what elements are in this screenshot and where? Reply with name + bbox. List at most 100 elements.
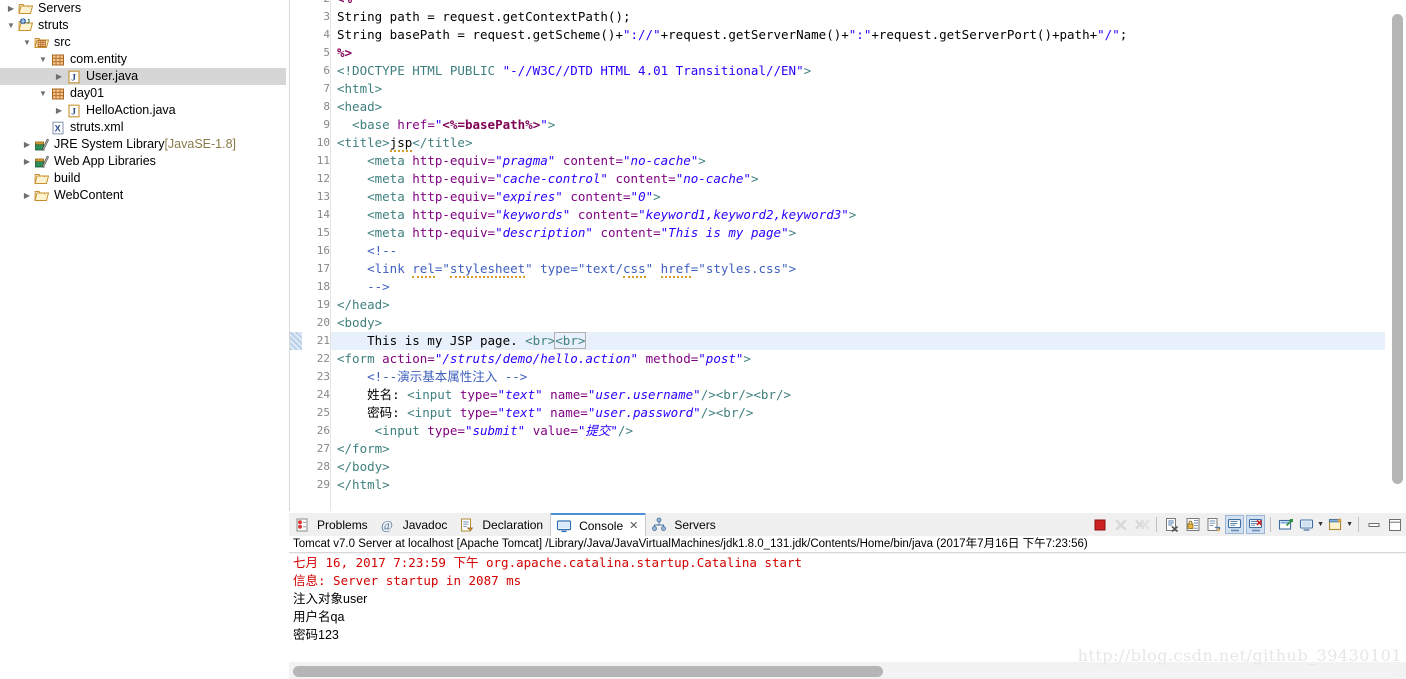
editor-scrollbar-thumb[interactable] xyxy=(1392,14,1403,484)
show-console-on-output-button[interactable] xyxy=(1225,515,1245,534)
code-line-5[interactable]: %> xyxy=(331,44,1385,62)
code-line-3[interactable]: String path = request.getContextPath(); xyxy=(331,8,1385,26)
code-token: </head> xyxy=(337,297,390,312)
code-line-16[interactable]: <!-- xyxy=(331,242,1385,260)
code-token: " type="text/ xyxy=(525,261,624,276)
remove-all-launches-button[interactable] xyxy=(1132,515,1151,534)
scroll-lock-button[interactable] xyxy=(1183,515,1202,534)
code-line-2[interactable]: <% xyxy=(331,0,1385,8)
console-process-header: Tomcat v7.0 Server at localhost [Apache … xyxy=(289,536,1406,553)
code-token: <base xyxy=(337,117,398,132)
twisty-expanded-icon[interactable]: ▼ xyxy=(36,85,50,102)
clear-console-button[interactable] xyxy=(1162,515,1181,534)
code-line-12[interactable]: <meta http-equiv="cache-control" content… xyxy=(331,170,1385,188)
tree-item-servers[interactable]: ▶ Servers xyxy=(0,0,286,17)
code-token: <link xyxy=(337,261,413,276)
tree-item-struts[interactable]: ▼ Jstruts xyxy=(0,17,286,34)
folder-icon xyxy=(34,171,51,187)
word-wrap-button[interactable] xyxy=(1204,515,1223,534)
svg-text:@: @ xyxy=(381,517,393,532)
code-token: "submit" xyxy=(464,423,526,438)
tree-item-user-java[interactable]: ▶ J User.java xyxy=(0,68,286,85)
code-line-23[interactable]: <!--演示基本属性注入 --> xyxy=(331,368,1385,386)
minimize-button[interactable] xyxy=(1364,515,1383,534)
twisty-expanded-icon[interactable]: ▼ xyxy=(20,34,34,51)
code-line-6[interactable]: <!DOCTYPE HTML PUBLIC "-//W3C//DTD HTML … xyxy=(331,62,1385,80)
tab-declaration[interactable]: Declaration xyxy=(454,514,550,536)
chevron-down-icon[interactable]: ▼ xyxy=(1317,521,1324,528)
tree-item-day01[interactable]: ▼ day01 xyxy=(0,85,286,102)
tab-console[interactable]: Console ✕ xyxy=(550,513,647,537)
tree-item-jre-system-library[interactable]: ▶ JRE System Library [JavaSE-1.8] xyxy=(0,136,286,153)
twisty-collapsed-icon[interactable]: ▶ xyxy=(4,0,18,17)
code-line-29[interactable]: </html> xyxy=(331,476,1385,494)
tree-item-src[interactable]: ▼ src xyxy=(0,34,286,51)
twisty-collapsed-icon[interactable]: ▶ xyxy=(52,68,66,85)
code-token: type= xyxy=(459,387,498,402)
code-line-10[interactable]: <title>jsp</title> xyxy=(331,134,1385,152)
code-line-25[interactable]: 密码: <input type="text" name="user.passwo… xyxy=(331,404,1385,422)
code-line-20[interactable]: <body> xyxy=(331,314,1385,332)
code-line-22[interactable]: <form action="/struts/demo/hello.action"… xyxy=(331,350,1385,368)
twisty-collapsed-icon[interactable]: ▶ xyxy=(52,102,66,119)
code-token: 密码: xyxy=(337,405,408,420)
console-output[interactable]: 七月 16, 2017 7:23:59 下午 org.apache.catali… xyxy=(289,554,1406,662)
code-line-14[interactable]: <meta http-equiv="keywords" content="key… xyxy=(331,206,1385,224)
console-scrollbar-thumb[interactable] xyxy=(293,666,883,677)
maximize-button[interactable] xyxy=(1385,515,1404,534)
remove-launch-button[interactable] xyxy=(1111,515,1130,534)
code-line-28[interactable]: </body> xyxy=(331,458,1385,476)
show-console-on-error-button[interactable] xyxy=(1246,515,1266,534)
code-token: String path = request.getContextPath(); xyxy=(337,9,631,24)
code-line-19[interactable]: </head> xyxy=(331,296,1385,314)
tree-item-struts-xml[interactable]: Xstruts.xml xyxy=(0,119,286,136)
tree-item-label: User.java xyxy=(86,69,139,83)
pin-console-button[interactable] xyxy=(1276,515,1295,534)
terminate-button[interactable] xyxy=(1090,515,1109,534)
code-line-13[interactable]: <meta http-equiv="expires" content="0"> xyxy=(331,188,1385,206)
editor-code-area[interactable]: <% String path = request.getContextPath()… xyxy=(331,0,1385,511)
tab-javadoc[interactable]: @ Javadoc xyxy=(375,514,455,536)
twisty-expanded-icon[interactable]: ▼ xyxy=(4,17,18,34)
twisty-collapsed-icon[interactable]: ▶ xyxy=(20,136,34,153)
tree-item-build[interactable]: build xyxy=(0,170,286,187)
twisty-expanded-icon[interactable]: ▼ xyxy=(36,51,50,68)
tree-item-com-entity[interactable]: ▼ com.entity xyxy=(0,51,286,68)
code-token: <meta xyxy=(337,207,413,222)
code-token: <meta xyxy=(337,225,413,240)
twisty-collapsed-icon[interactable]: ▶ xyxy=(20,187,34,204)
close-icon[interactable]: ✕ xyxy=(629,519,638,532)
editor-vertical-scrollbar[interactable] xyxy=(1391,0,1404,511)
package-explorer-tree[interactable]: ▶ Servers ▼ Jstruts ▼ src ▼ com.entity ▶ J User.ja… xyxy=(0,0,286,679)
code-line-8[interactable]: <head> xyxy=(331,98,1385,116)
code-token: /> xyxy=(700,405,716,420)
code-line-18[interactable]: --> xyxy=(331,278,1385,296)
open-console-button[interactable] xyxy=(1326,515,1345,534)
code-line-17[interactable]: <link rel="stylesheet" type="text/css" h… xyxy=(331,260,1385,278)
code-token: <%=basePath%> xyxy=(442,117,541,132)
code-token: value= xyxy=(532,423,578,438)
code-line-27[interactable]: </form> xyxy=(331,440,1385,458)
editor-line-number-gutter: 2345678910111213141516171819202122232425… xyxy=(290,0,343,511)
twisty-collapsed-icon[interactable]: ▶ xyxy=(20,153,34,170)
tab-servers[interactable]: Servers xyxy=(646,514,722,536)
code-editor[interactable]: 2345678910111213141516171819202122232425… xyxy=(289,0,1406,511)
tree-item-helloaction-java[interactable]: ▶ J HelloAction.java xyxy=(0,102,286,119)
code-line-9[interactable]: <base href="<%=basePath%>"> xyxy=(331,116,1385,134)
code-line-24[interactable]: 姓名: <input type="text" name="user.userna… xyxy=(331,386,1385,404)
tab-problems[interactable]: Problems xyxy=(289,514,375,536)
code-token: "user.username" xyxy=(587,387,701,402)
code-line-11[interactable]: <meta http-equiv="pragma" content="no-ca… xyxy=(331,152,1385,170)
code-token: "keyword1,keyword2,keyword3" xyxy=(638,207,849,222)
code-line-4[interactable]: String basePath = request.getScheme()+":… xyxy=(331,26,1385,44)
tree-item-web-app-libraries[interactable]: ▶ Web App Libraries xyxy=(0,153,286,170)
display-selected-console-button[interactable] xyxy=(1297,515,1316,534)
code-line-7[interactable]: <html> xyxy=(331,80,1385,98)
code-token: <meta xyxy=(337,189,413,204)
tree-item-webcontent[interactable]: ▶ WebContent xyxy=(0,187,286,204)
code-line-26[interactable]: <input type="submit" value="提交"/> xyxy=(331,422,1385,440)
code-line-21[interactable]: This is my JSP page. <br><br> xyxy=(331,332,1385,350)
code-line-15[interactable]: <meta http-equiv="description" content="… xyxy=(331,224,1385,242)
code-token: ; xyxy=(1119,27,1128,42)
chevron-down-icon[interactable]: ▼ xyxy=(1346,521,1353,528)
